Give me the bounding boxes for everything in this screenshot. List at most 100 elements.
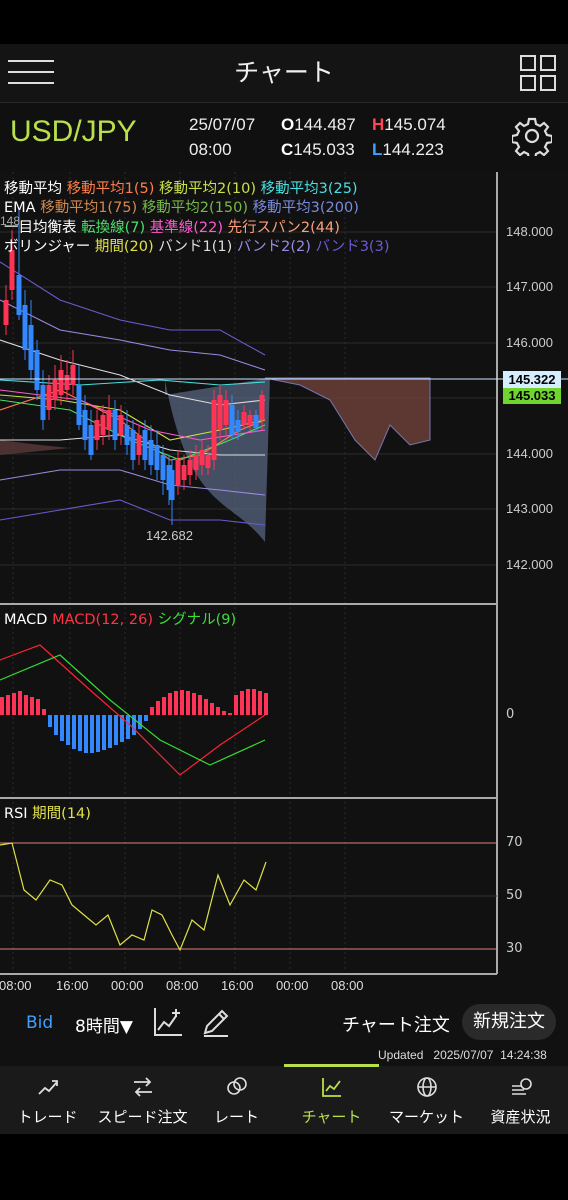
macd-histogram-bar <box>24 695 28 715</box>
candlestick <box>3 300 9 325</box>
chart-order-button[interactable]: チャート注文 <box>342 1011 450 1037</box>
candlestick <box>34 350 40 390</box>
price-axis-label: 146.000 <box>506 335 553 350</box>
macd-histogram-bar <box>210 703 214 715</box>
new-order-button[interactable]: 新規注文 <box>462 1004 556 1040</box>
candlestick <box>181 465 187 480</box>
candlestick <box>241 412 247 425</box>
candlestick <box>64 375 70 390</box>
macd-histogram-bar <box>246 689 250 715</box>
currency-pair[interactable]: USD/JPY <box>10 115 137 149</box>
macd-histogram-bar <box>0 697 4 715</box>
time-axis-label: 16:00 <box>56 978 89 993</box>
rsi-axis-label: 50 <box>506 888 523 903</box>
ichimoku-legend: 一目均衡表 転換線(7) 基準線(22) 先行スパン2(44) <box>4 220 340 236</box>
candlestick <box>211 400 217 460</box>
price-axis-label: 144.000 <box>506 446 553 461</box>
indicator-line <box>0 379 266 386</box>
candlestick <box>187 460 193 475</box>
macd-histogram-bar <box>84 715 88 753</box>
macd-histogram-bar <box>258 691 262 715</box>
time-axis-label: 08:00 <box>166 978 199 993</box>
nav-assets[interactable]: 資産状況 <box>473 1066 568 1134</box>
macd-histogram-bar <box>36 699 40 715</box>
macd-histogram-bar <box>12 693 16 715</box>
candlestick <box>88 425 94 455</box>
rsi-axis-label: 30 <box>506 941 523 956</box>
time-axis-label: 08:00 <box>331 978 364 993</box>
candlestick <box>169 470 175 500</box>
macd-histogram-bar <box>108 715 112 748</box>
candlestick <box>94 420 100 440</box>
settings-gear-icon[interactable] <box>510 116 554 161</box>
macd-histogram-bar <box>222 711 226 715</box>
macd-histogram-bar <box>228 713 232 715</box>
macd-histogram-bar <box>66 715 70 745</box>
candlestick <box>199 450 205 465</box>
time-axis-label: 08:00 <box>0 978 32 993</box>
draw-pencil-icon[interactable] <box>200 1006 232 1038</box>
price-axis-label: 142.000 <box>506 557 553 572</box>
macd-histogram-bar <box>204 699 208 715</box>
macd-histogram-bar <box>216 707 220 715</box>
rsi-legend: RSI 期間(14) <box>4 806 91 822</box>
time-axis-label: 00:00 <box>276 978 309 993</box>
candlestick <box>106 410 112 430</box>
close-price: C145.033 <box>281 140 355 159</box>
time-axis-label: 16:00 <box>221 978 254 993</box>
macd-histogram-bar <box>72 715 76 749</box>
price-axis-label: 148.000 <box>506 224 553 239</box>
macd-histogram-bar <box>198 695 202 715</box>
candlestick <box>229 405 235 435</box>
macd-histogram-bar <box>240 691 244 715</box>
macd-zero-label: 0 <box>506 707 515 722</box>
macd-histogram-bar <box>102 715 106 750</box>
market-icon <box>417 1077 437 1097</box>
candlestick <box>76 385 82 425</box>
bid-toggle[interactable]: Bid <box>26 1013 53 1033</box>
candlestick <box>112 410 118 440</box>
candlestick <box>82 410 88 440</box>
open-price: O144.487 <box>281 115 356 134</box>
add-indicator-icon[interactable] <box>152 1006 184 1038</box>
ma-legend: 移動平均 移動平均1(5) 移動平均2(10) 移動平均3(25) <box>4 181 358 197</box>
candlestick <box>28 325 34 370</box>
macd-histogram-bar <box>48 715 52 727</box>
nav-market[interactable]: マーケット <box>379 1066 474 1134</box>
candlestick <box>259 395 265 420</box>
high-price: H145.074 <box>372 115 446 134</box>
macd-histogram-bar <box>264 693 268 715</box>
candlestick <box>217 395 223 430</box>
low-marker-label: 142.682 <box>146 528 193 543</box>
quote-time: 08:00 <box>189 140 232 159</box>
assets-icon <box>512 1078 532 1095</box>
low-price: L144.223 <box>372 140 444 159</box>
nav-trade[interactable]: トレード <box>0 1066 95 1134</box>
period-select[interactable]: 8時間▼ <box>75 1012 133 1037</box>
nav-speed-order[interactable]: スピード注文 <box>95 1066 190 1134</box>
grid-menu-icon[interactable] <box>520 55 556 91</box>
candlestick <box>175 460 181 485</box>
nav-chart[interactable]: チャート <box>284 1066 379 1134</box>
macd-histogram-bar <box>18 691 22 715</box>
trade-icon <box>38 1080 58 1095</box>
macd-histogram-bar <box>162 697 166 715</box>
candlestick <box>130 430 136 460</box>
page-title: チャート <box>234 58 334 87</box>
chart-icon <box>322 1078 341 1097</box>
time-axis-label: 00:00 <box>111 978 144 993</box>
macd-histogram-bar <box>114 715 118 745</box>
high-marker-label: 148 <box>0 214 21 228</box>
macd-histogram-bar <box>78 715 82 751</box>
candlestick <box>148 440 154 465</box>
macd-histogram-bar <box>6 695 10 715</box>
macd-histogram-bar <box>168 693 172 715</box>
nav-rate[interactable]: レート <box>189 1066 284 1134</box>
macd-histogram-bar <box>234 695 238 715</box>
close-price-tag: 145.033 <box>503 388 561 404</box>
price-chart[interactable] <box>0 172 568 1002</box>
macd-histogram-bar <box>126 715 130 739</box>
candlestick <box>40 385 46 420</box>
price-axis-label: 147.000 <box>506 279 553 294</box>
macd-histogram-bar <box>96 715 100 752</box>
